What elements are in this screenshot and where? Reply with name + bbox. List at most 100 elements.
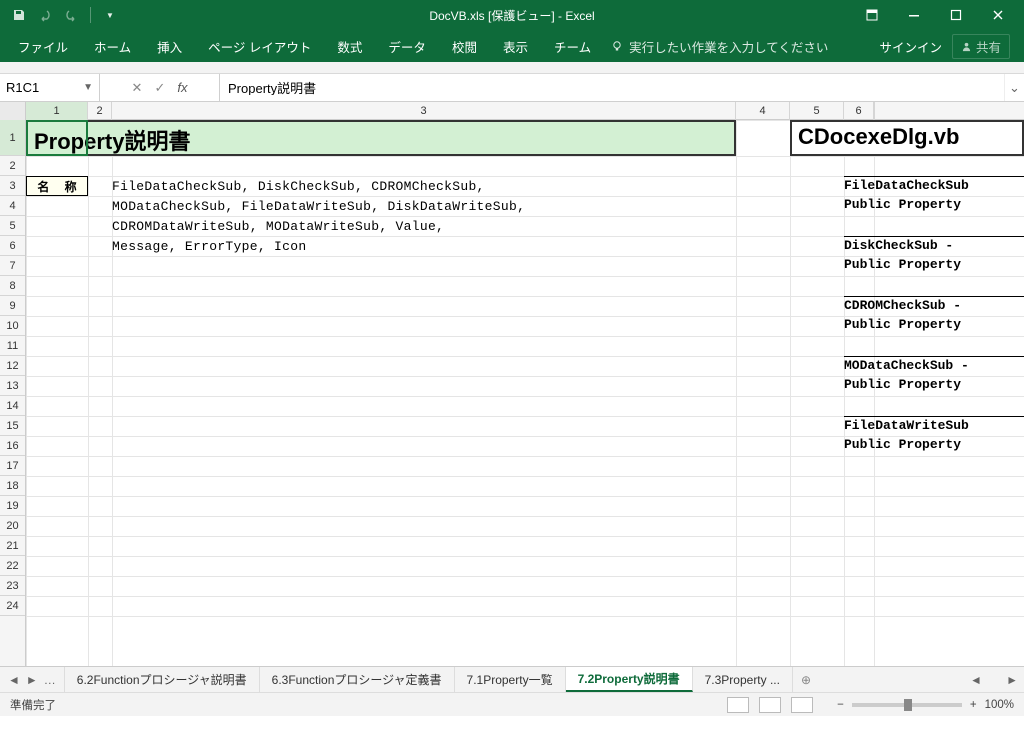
row-header[interactable]: 5 (0, 216, 25, 236)
ribbon-options-icon[interactable] (860, 3, 884, 27)
sheet-next-icon[interactable]: ► (26, 673, 38, 687)
formula-expand-icon[interactable]: ⌄ (1004, 74, 1024, 101)
redo-icon[interactable] (60, 4, 82, 26)
fx-icon[interactable]: fx (177, 80, 187, 95)
row-header[interactable]: 19 (0, 496, 25, 516)
enter-icon[interactable]: ✓ (154, 80, 165, 96)
tab-file[interactable]: ファイル (6, 31, 80, 62)
row-header[interactable]: 23 (0, 576, 25, 596)
sheet-tab[interactable]: 6.2Functionプロシージャ説明書 (65, 667, 260, 692)
close-icon[interactable] (986, 3, 1010, 27)
tab-insert[interactable]: 挿入 (145, 31, 194, 62)
sheet-tab[interactable]: 7.3Property ... (693, 667, 793, 692)
body-line[interactable]: MODataCheckSub, FileDataWriteSub, DiskDa… (112, 196, 736, 216)
row-header[interactable]: 22 (0, 556, 25, 576)
tab-formulas[interactable]: 数式 (325, 31, 374, 62)
save-icon[interactable] (8, 4, 30, 26)
body-line[interactable]: CDROMDataWriteSub, MODataWriteSub, Value… (112, 216, 736, 236)
cells-layer[interactable]: Property説明書 CDocexeDlg.vb 名 称 FileDataCh… (26, 120, 1024, 666)
row-header[interactable]: 10 (0, 316, 25, 336)
formula-input[interactable] (228, 80, 996, 95)
right-panel-cell[interactable]: Public Property (844, 256, 1024, 276)
row-header[interactable]: 20 (0, 516, 25, 536)
sheet-tab[interactable]: 7.1Property一覧 (455, 667, 566, 692)
sheet-more-icon[interactable]: … (44, 673, 56, 687)
row-header[interactable]: 18 (0, 476, 25, 496)
sheet-tab[interactable]: 6.3Functionプロシージャ定義書 (260, 667, 455, 692)
view-pagelayout-icon[interactable] (759, 697, 781, 713)
right-panel-cell[interactable]: Public Property (844, 316, 1024, 336)
name-box-input[interactable] (6, 80, 76, 95)
formula-bar: ▼ ✕ ✓ fx ⌄ (0, 74, 1024, 102)
sheet-title-cell[interactable]: Property説明書 (26, 120, 736, 156)
right-panel-cell[interactable]: FileDataCheckSub (844, 176, 1024, 196)
sheet-tab[interactable]: 7.2Property説明書 (566, 667, 693, 692)
right-panel-cell[interactable]: MODataCheckSub - (844, 356, 1024, 376)
row-header[interactable]: 6 (0, 236, 25, 256)
right-panel-cell[interactable]: FileDataWriteSub (844, 416, 1024, 436)
share-button[interactable]: 共有 (952, 34, 1010, 59)
zoom-thumb[interactable] (904, 699, 912, 711)
view-pagebreak-icon[interactable] (791, 697, 813, 713)
window-controls (860, 3, 1024, 27)
name-box[interactable]: ▼ (0, 74, 100, 101)
row-header[interactable]: 15 (0, 416, 25, 436)
row-header[interactable]: 17 (0, 456, 25, 476)
row-header[interactable]: 12 (0, 356, 25, 376)
right-panel-cell[interactable]: Public Property (844, 376, 1024, 396)
zoom-slider[interactable] (852, 703, 962, 707)
row-header[interactable]: 7 (0, 256, 25, 276)
side-title-cell[interactable]: CDocexeDlg.vb (790, 120, 1024, 156)
signin-link[interactable]: サインイン (879, 37, 942, 56)
row-header[interactable]: 2 (0, 156, 25, 176)
row-header[interactable]: 1 (0, 120, 25, 156)
hscroll-left-icon[interactable]: ◄ (970, 673, 982, 687)
hscroll-buttons[interactable]: ◄ ► (964, 667, 1024, 692)
row-header[interactable]: 14 (0, 396, 25, 416)
sheet-prev-icon[interactable]: ◄ (8, 673, 20, 687)
right-panel-cell[interactable]: Public Property (844, 196, 1024, 216)
tell-me-search[interactable]: 実行したい作業を入力してください (611, 37, 828, 56)
body-line[interactable]: Message, ErrorType, Icon (112, 236, 736, 256)
right-panel-cell[interactable]: CDROMCheckSub - (844, 296, 1024, 316)
tab-review[interactable]: 校閲 (440, 31, 489, 62)
namebox-dropdown-icon[interactable]: ▼ (83, 82, 93, 93)
col-header[interactable]: 3 (112, 102, 736, 120)
name-header-cell[interactable]: 名 称 (26, 176, 88, 196)
cancel-icon[interactable]: ✕ (132, 80, 143, 96)
new-sheet-button[interactable]: ⊕ (793, 667, 819, 692)
zoom-out-icon[interactable]: − (837, 699, 844, 711)
select-all-corner[interactable] (0, 102, 26, 120)
row-header[interactable]: 24 (0, 596, 25, 616)
tab-view[interactable]: 表示 (491, 31, 540, 62)
row-header[interactable]: 3 (0, 176, 25, 196)
col-header[interactable]: 6 (844, 102, 874, 120)
worksheet-grid[interactable]: 123456 123456789101112131415161718192021… (0, 102, 1024, 666)
hscroll-right-icon[interactable]: ► (1006, 673, 1018, 687)
col-header[interactable]: 5 (790, 102, 844, 120)
tab-data[interactable]: データ (376, 31, 438, 62)
row-header[interactable]: 9 (0, 296, 25, 316)
qat-dropdown-icon[interactable]: ▼ (99, 4, 121, 26)
undo-icon[interactable] (34, 4, 56, 26)
zoom-in-icon[interactable]: + (970, 699, 977, 711)
right-panel-cell[interactable]: Public Property (844, 436, 1024, 456)
tab-team[interactable]: チーム (542, 31, 603, 62)
right-panel-cell[interactable]: DiskCheckSub - (844, 236, 1024, 256)
row-header[interactable]: 11 (0, 336, 25, 356)
body-line[interactable]: FileDataCheckSub, DiskCheckSub, CDROMChe… (112, 176, 736, 196)
tab-layout[interactable]: ページ レイアウト (196, 31, 323, 62)
maximize-icon[interactable] (944, 3, 968, 27)
tab-home[interactable]: ホーム (82, 31, 143, 62)
row-header[interactable]: 13 (0, 376, 25, 396)
col-header[interactable]: 1 (26, 102, 88, 120)
row-header[interactable]: 21 (0, 536, 25, 556)
col-header[interactable]: 4 (736, 102, 790, 120)
view-normal-icon[interactable] (727, 697, 749, 713)
row-header[interactable]: 16 (0, 436, 25, 456)
col-header[interactable]: 2 (88, 102, 112, 120)
row-header[interactable]: 8 (0, 276, 25, 296)
row-header[interactable]: 4 (0, 196, 25, 216)
minimize-icon[interactable] (902, 3, 926, 27)
lightbulb-icon (611, 40, 623, 52)
